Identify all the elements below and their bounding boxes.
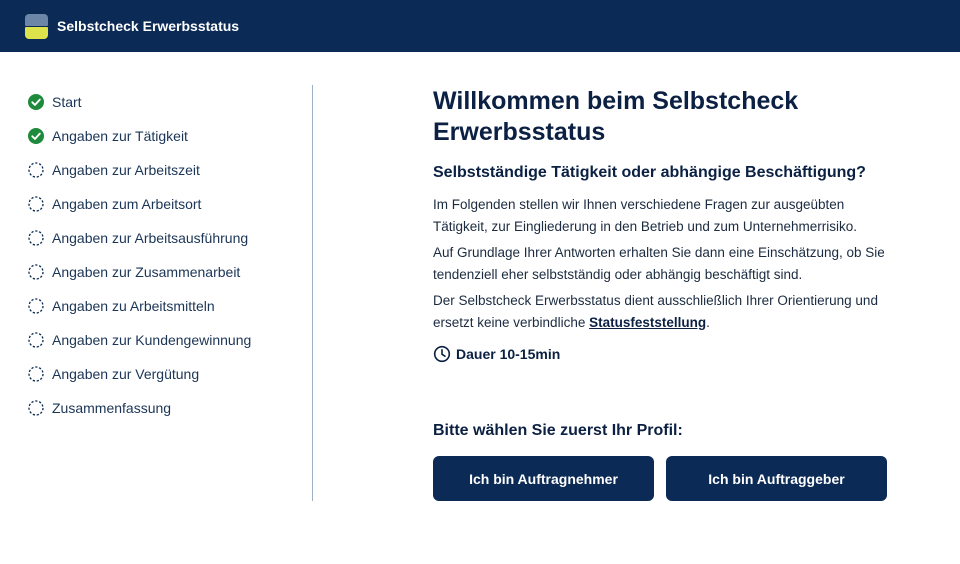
step-item[interactable]: Start: [28, 85, 298, 119]
step-item[interactable]: Zusammenfassung: [28, 391, 298, 425]
dashed-circle-icon: [28, 162, 44, 178]
step-label: Angaben zur Arbeitszeit: [52, 162, 200, 178]
contractor-button[interactable]: Ich bin Auftragnehmer: [433, 456, 654, 501]
step-item[interactable]: Angaben zur Arbeitsausführung: [28, 221, 298, 255]
step-label: Angaben zur Arbeitsausführung: [52, 230, 249, 246]
step-navigation: Start Angaben zur Tätigkeit Angaben zur Ar…: [28, 85, 298, 425]
step-item[interactable]: Angaben zur Vergütung: [28, 357, 298, 391]
dashed-circle-icon: [28, 298, 44, 314]
app-logo: [25, 13, 48, 39]
check-circle-icon: [28, 94, 44, 110]
app-header: Selbstcheck Erwerbsstatus: [0, 0, 960, 52]
step-label: Angaben zum Arbeitsort: [52, 196, 202, 212]
duration-text: Dauer 10-15min: [456, 346, 561, 362]
step-item[interactable]: Angaben zur Arbeitszeit: [28, 153, 298, 187]
step-label: Start: [52, 94, 82, 110]
check-circle-icon: [28, 128, 44, 144]
step-label: Angaben zur Kundengewinnung: [52, 332, 252, 348]
intro-paragraph: Im Folgenden stellen wir Ihnen verschied…: [433, 197, 857, 234]
main-content: Willkommen beim Selbstcheck Erwerbsstatu…: [433, 86, 893, 363]
step-item[interactable]: Angaben zur Zusammenarbeit: [28, 255, 298, 289]
duration-info: Dauer 10-15min: [433, 345, 893, 363]
dashed-circle-icon: [28, 196, 44, 212]
dashed-circle-icon: [28, 264, 44, 280]
profile-prompt: Bitte wählen Sie zuerst Ihr Profil:: [433, 422, 683, 439]
dashed-circle-icon: [28, 230, 44, 246]
dashed-circle-icon: [28, 332, 44, 348]
step-label: Zusammenfassung: [52, 400, 172, 416]
step-item[interactable]: Angaben zum Arbeitsort: [28, 187, 298, 221]
sidebar-divider: [312, 85, 313, 501]
dashed-circle-icon: [28, 400, 44, 416]
step-item[interactable]: Angaben zu Arbeitsmitteln: [28, 289, 298, 323]
step-label: Angaben zu Arbeitsmitteln: [52, 298, 215, 314]
assessment-paragraph: Auf Grundlage Ihrer Antworten erhalten S…: [433, 245, 885, 282]
disclaimer-end: .: [706, 314, 710, 330]
step-item[interactable]: Angaben zur Kundengewinnung: [28, 323, 298, 357]
app-title: Selbstcheck Erwerbsstatus: [57, 18, 240, 34]
client-button[interactable]: Ich bin Auftraggeber: [666, 456, 887, 501]
statusfeststellung-link[interactable]: Statusfeststellung: [589, 315, 706, 330]
page-title: Willkommen beim Selbstcheck Erwerbsstatu…: [433, 87, 799, 146]
clock-icon: [433, 345, 451, 363]
step-label: Angaben zur Vergütung: [52, 366, 200, 382]
page-subtitle: Selbstständige Tätigkeit oder abhängige …: [433, 164, 866, 181]
dashed-circle-icon: [28, 366, 44, 382]
step-label: Angaben zur Zusammenarbeit: [52, 264, 241, 280]
step-item[interactable]: Angaben zur Tätigkeit: [28, 119, 298, 153]
step-label: Angaben zur Tätigkeit: [52, 128, 188, 144]
disclaimer-paragraph: Der Selbstcheck Erwerbsstatus dient auss…: [433, 290, 893, 333]
